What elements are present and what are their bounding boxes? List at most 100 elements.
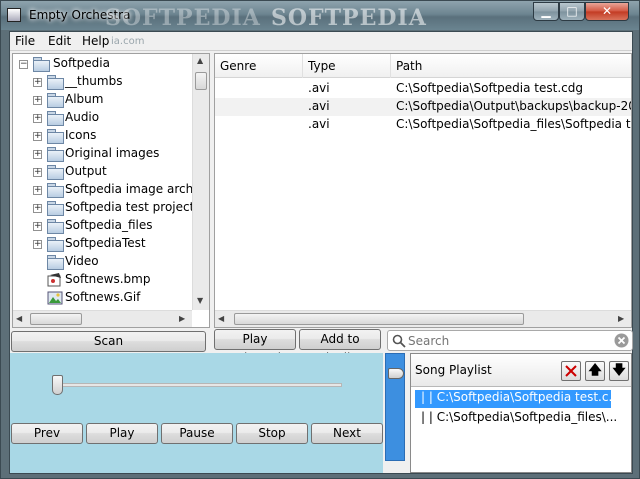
folder-icon [47,201,64,216]
tree-item[interactable]: + Album [33,91,203,109]
playlist-item[interactable]: | | C:\Softpedia\Softpedia test.c... [415,390,620,408]
stop-button[interactable]: Stop [236,423,308,444]
tree-item-label: Softpedia test project [65,200,195,214]
folder-icon [47,165,64,180]
folder-icon [47,129,64,144]
expand-icon[interactable]: + [33,168,42,177]
remove-song-button[interactable] [561,361,581,381]
close-button[interactable]: ✕ [585,2,629,21]
tree-item[interactable]: + SoftpediaTest [33,235,203,253]
expand-icon[interactable]: + [33,204,42,213]
scroll-right-icon[interactable]: ▶ [179,314,185,323]
search-box[interactable] [387,330,633,351]
table-horizontal-scrollbar[interactable]: ◀ ▶ [215,310,631,327]
file-table[interactable]: Genre Type Path .avi C:\Softpedia\Softped… [214,53,632,328]
search-input[interactable] [408,332,608,349]
folder-icon [47,237,64,252]
tree-item[interactable]: + Original images [33,145,203,163]
move-down-button[interactable]: 🡇 [609,361,629,381]
scroll-left-icon[interactable]: ◀ [218,314,224,323]
tree-item[interactable]: + Softpedia image archive [33,181,209,199]
tree-item-label: Softpedia image archive [65,182,210,196]
expand-icon[interactable]: + [33,240,42,249]
pause-button[interactable]: Pause [161,423,233,444]
expand-icon[interactable]: + [33,222,42,231]
scan-button[interactable]: Scan [11,331,206,352]
folder-tree[interactable]: − Softpedia + __thumbs + Album + Audio + Icons +… [12,53,210,328]
tree-item-label: Video [65,254,99,268]
tree-item[interactable]: Softnews.Gif [33,289,203,307]
tree-horizontal-scrollbar[interactable]: ◀ ▶ [13,310,192,327]
tree-item[interactable]: + Softpedia_files [33,217,203,235]
seek-slider-thumb[interactable] [52,375,63,395]
menu-help[interactable]: Help [82,34,109,48]
watermark: SOFTPEDIA [271,5,427,31]
play-button[interactable]: Play [86,423,158,444]
clear-search-icon[interactable] [614,333,629,348]
remove-icon [565,365,577,377]
tree-vertical-scrollbar[interactable]: ▲ ▼ [192,54,209,310]
expand-icon[interactable]: + [33,186,42,195]
table-row[interactable]: .avi C:\Softpedia\Output\backups\backup-2… [215,98,631,116]
cell-path: C:\Softpedia\Softpedia_files\Softpedia t… [396,117,631,131]
column-type[interactable]: Type [303,54,391,78]
expand-icon[interactable]: + [33,96,42,105]
minimize-button[interactable]: ▁ [533,2,559,21]
arrow-down-icon: 🡇 [612,363,626,378]
tree-root-label: Softpedia [53,56,110,70]
tree-item[interactable]: + Audio [33,109,203,127]
tree-item[interactable]: + Output [33,163,203,181]
title-bar[interactable]: Empty Orchestra SOFTPEDIA SOFTPEDIA ▁ □ … [1,1,639,31]
cell-path: C:\Softpedia\Softpedia test.cdg [396,81,583,95]
expand-icon[interactable]: + [33,132,42,141]
playlist-header: Song Playlist 🡅 🡇 [411,354,631,387]
maximize-button[interactable]: □ [559,2,585,21]
scroll-thumb[interactable] [30,313,82,325]
scroll-thumb[interactable] [234,313,524,325]
menu-file[interactable]: File [15,34,35,48]
volume-slider-thumb[interactable] [388,368,404,379]
next-button[interactable]: Next [311,423,383,444]
tree-item[interactable]: + Softpedia test project [33,199,203,217]
tree-item[interactable]: Softnews.bmp [33,271,203,289]
expand-icon[interactable]: + [33,150,42,159]
scroll-up-icon[interactable]: ▲ [197,56,203,65]
collapse-icon[interactable]: − [19,60,28,69]
folder-icon [47,219,64,234]
tree-item[interactable]: + Icons [33,127,203,145]
cell-type: .avi [308,81,330,95]
tree-item[interactable]: + __thumbs [33,73,203,91]
image-file-icon [47,291,63,305]
tree-item-label: Album [65,92,104,106]
add-to-playlist-button[interactable]: Add to Playlist [299,329,381,365]
scroll-left-icon[interactable]: ◀ [16,314,22,323]
player-panel: Prev Play Pause Stop Next [10,353,383,473]
scroll-thumb[interactable] [195,72,207,90]
column-genre[interactable]: Genre [215,54,303,78]
watermark: SOFTPEDIA [105,5,261,31]
column-path[interactable]: Path [391,54,631,78]
menu-edit[interactable]: Edit [48,34,71,48]
seek-track[interactable] [54,383,342,387]
scroll-down-icon[interactable]: ▼ [197,296,203,305]
table-row[interactable]: .avi C:\Softpedia\Softpedia_files\Softped… [215,116,631,134]
tree-item[interactable]: Video [33,253,203,271]
prev-button[interactable]: Prev [11,423,83,444]
table-row[interactable]: .avi C:\Softpedia\Softpedia test.cdg [215,80,631,98]
tree-item-label: Softpedia_files [65,218,153,232]
arrow-up-icon: 🡅 [588,363,602,378]
watermark-text: ia.com [111,36,145,47]
expand-icon[interactable]: + [33,114,42,123]
scroll-right-icon[interactable]: ▶ [618,314,624,323]
expand-icon[interactable]: + [33,78,42,87]
tree-root[interactable]: − Softpedia [19,55,199,73]
play-selected-button[interactable]: Play Selected [214,329,296,365]
move-up-button[interactable]: 🡅 [585,361,605,381]
tree-item-label: Softnews.Gif [65,290,141,304]
tree-item-label: Icons [65,128,97,142]
cell-path: C:\Softpedia\Output\backups\backup-2009-… [396,99,631,113]
cell-type: .avi [308,99,330,113]
playlist-item[interactable]: | | C:\Softpedia\Softpedia_files\... [415,410,625,428]
folder-icon [33,57,50,72]
song-playlist: Song Playlist 🡅 🡇 | | C:\Softpedia\Softp… [410,353,632,473]
